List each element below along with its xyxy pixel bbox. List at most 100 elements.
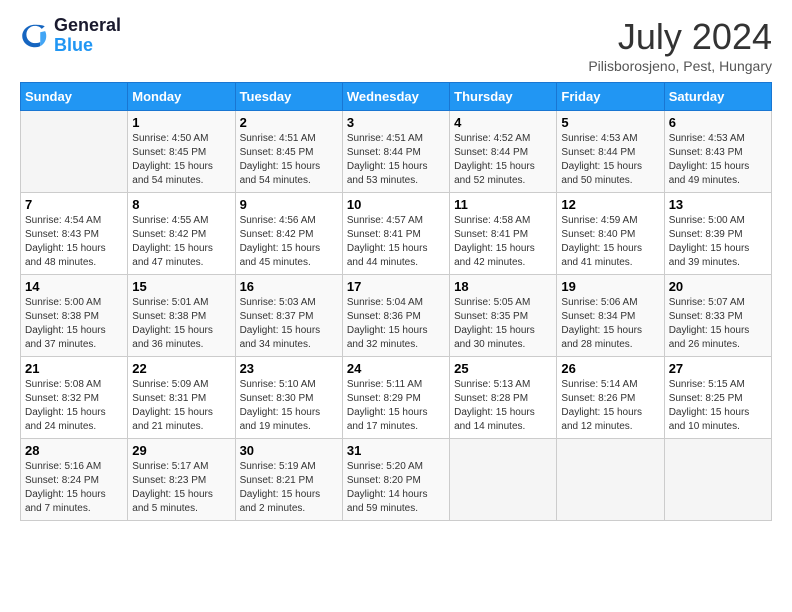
day-info: Sunrise: 5:08 AM Sunset: 8:32 PM Dayligh… <box>25 378 123 434</box>
day-number: 17 <box>347 279 445 294</box>
day-info: Sunrise: 5:11 AM Sunset: 8:29 PM Dayligh… <box>347 378 445 434</box>
day-info: Sunrise: 5:20 AM Sunset: 8:20 PM Dayligh… <box>347 460 445 516</box>
calendar-week-row: 21 Sunrise: 5:08 AM Sunset: 8:32 PM Dayli… <box>21 357 772 439</box>
col-friday: Friday <box>557 83 664 111</box>
calendar-cell: 15 Sunrise: 5:01 AM Sunset: 8:38 PM Dayli… <box>128 275 235 357</box>
calendar-table: Sunday Monday Tuesday Wednesday Thursday… <box>20 82 772 521</box>
day-info: Sunrise: 5:16 AM Sunset: 8:24 PM Dayligh… <box>25 460 123 516</box>
day-info: Sunrise: 5:13 AM Sunset: 8:28 PM Dayligh… <box>454 378 552 434</box>
day-info: Sunrise: 4:50 AM Sunset: 8:45 PM Dayligh… <box>132 132 230 188</box>
day-info: Sunrise: 5:14 AM Sunset: 8:26 PM Dayligh… <box>561 378 659 434</box>
day-info: Sunrise: 4:57 AM Sunset: 8:41 PM Dayligh… <box>347 214 445 270</box>
day-info: Sunrise: 5:01 AM Sunset: 8:38 PM Dayligh… <box>132 296 230 352</box>
day-info: Sunrise: 4:59 AM Sunset: 8:40 PM Dayligh… <box>561 214 659 270</box>
calendar-cell: 11Sunrise: 4:58 AM Sunset: 8:41 PM Dayli… <box>450 193 557 275</box>
day-number: 3 <box>347 115 445 130</box>
calendar-cell: 23 Sunrise: 5:10 AM Sunset: 8:30 PM Dayli… <box>235 357 342 439</box>
calendar-cell: 17 Sunrise: 5:04 AM Sunset: 8:36 PM Dayli… <box>342 275 449 357</box>
calendar-cell: 13 Sunrise: 5:00 AM Sunset: 8:39 PM Dayli… <box>664 193 771 275</box>
day-info: Sunrise: 5:10 AM Sunset: 8:30 PM Dayligh… <box>240 378 338 434</box>
calendar-week-row: 28 Sunrise: 5:16 AM Sunset: 8:24 PM Dayli… <box>21 439 772 521</box>
col-wednesday: Wednesday <box>342 83 449 111</box>
day-info: Sunrise: 4:55 AM Sunset: 8:42 PM Dayligh… <box>132 214 230 270</box>
day-info: Sunrise: 5:04 AM Sunset: 8:36 PM Dayligh… <box>347 296 445 352</box>
day-info: Sunrise: 4:54 AM Sunset: 8:43 PM Dayligh… <box>25 214 123 270</box>
day-number: 10 <box>347 197 445 212</box>
col-saturday: Saturday <box>664 83 771 111</box>
calendar-cell: 6 Sunrise: 4:53 AM Sunset: 8:43 PM Daylig… <box>664 111 771 193</box>
calendar-week-row: 7 Sunrise: 4:54 AM Sunset: 8:43 PM Daylig… <box>21 193 772 275</box>
day-info: Sunrise: 5:00 AM Sunset: 8:39 PM Dayligh… <box>669 214 767 270</box>
calendar-cell <box>664 439 771 521</box>
calendar-cell: 31 Sunrise: 5:20 AM Sunset: 8:20 PM Dayli… <box>342 439 449 521</box>
calendar-cell: 16 Sunrise: 5:03 AM Sunset: 8:37 PM Dayli… <box>235 275 342 357</box>
day-number: 31 <box>347 443 445 458</box>
calendar-cell: 19Sunrise: 5:06 AM Sunset: 8:34 PM Dayli… <box>557 275 664 357</box>
day-number: 16 <box>240 279 338 294</box>
day-number: 1 <box>132 115 230 130</box>
day-info: Sunrise: 4:51 AM Sunset: 8:45 PM Dayligh… <box>240 132 338 188</box>
day-info: Sunrise: 5:00 AM Sunset: 8:38 PM Dayligh… <box>25 296 123 352</box>
day-number: 6 <box>669 115 767 130</box>
calendar-cell: 30 Sunrise: 5:19 AM Sunset: 8:21 PM Dayli… <box>235 439 342 521</box>
calendar-cell: 10 Sunrise: 4:57 AM Sunset: 8:41 PM Dayli… <box>342 193 449 275</box>
calendar-cell <box>557 439 664 521</box>
day-number: 27 <box>669 361 767 376</box>
day-info: Sunrise: 4:53 AM Sunset: 8:43 PM Dayligh… <box>669 132 767 188</box>
title-block: July 2024 Pilisborosjeno, Pest, Hungary <box>588 16 772 74</box>
day-number: 18 <box>454 279 552 294</box>
day-number: 2 <box>240 115 338 130</box>
calendar-week-row: 14Sunrise: 5:00 AM Sunset: 8:38 PM Dayli… <box>21 275 772 357</box>
col-thursday: Thursday <box>450 83 557 111</box>
calendar-cell: 12 Sunrise: 4:59 AM Sunset: 8:40 PM Dayli… <box>557 193 664 275</box>
day-info: Sunrise: 5:06 AM Sunset: 8:34 PM Dayligh… <box>561 296 659 352</box>
calendar-cell: 18 Sunrise: 5:05 AM Sunset: 8:35 PM Dayli… <box>450 275 557 357</box>
day-info: Sunrise: 4:52 AM Sunset: 8:44 PM Dayligh… <box>454 132 552 188</box>
day-number: 23 <box>240 361 338 376</box>
calendar-cell: 22Sunrise: 5:09 AM Sunset: 8:31 PM Dayli… <box>128 357 235 439</box>
day-info: Sunrise: 4:56 AM Sunset: 8:42 PM Dayligh… <box>240 214 338 270</box>
day-number: 30 <box>240 443 338 458</box>
day-number: 8 <box>132 197 230 212</box>
calendar-cell: 14Sunrise: 5:00 AM Sunset: 8:38 PM Dayli… <box>21 275 128 357</box>
day-number: 5 <box>561 115 659 130</box>
day-number: 21 <box>25 361 123 376</box>
calendar-cell: 4 Sunrise: 4:52 AM Sunset: 8:44 PM Daylig… <box>450 111 557 193</box>
day-info: Sunrise: 5:05 AM Sunset: 8:35 PM Dayligh… <box>454 296 552 352</box>
day-number: 9 <box>240 197 338 212</box>
calendar-cell: 29 Sunrise: 5:17 AM Sunset: 8:23 PM Dayli… <box>128 439 235 521</box>
calendar-cell <box>21 111 128 193</box>
day-number: 22 <box>132 361 230 376</box>
calendar-cell: 27Sunrise: 5:15 AM Sunset: 8:25 PM Dayli… <box>664 357 771 439</box>
col-sunday: Sunday <box>21 83 128 111</box>
day-number: 15 <box>132 279 230 294</box>
day-number: 7 <box>25 197 123 212</box>
calendar-cell: 9 Sunrise: 4:56 AM Sunset: 8:42 PM Daylig… <box>235 193 342 275</box>
logo-text: General Blue <box>54 16 121 56</box>
calendar-cell: 24 Sunrise: 5:11 AM Sunset: 8:29 PM Dayli… <box>342 357 449 439</box>
calendar-header-row: Sunday Monday Tuesday Wednesday Thursday… <box>21 83 772 111</box>
col-monday: Monday <box>128 83 235 111</box>
header: General Blue July 2024 Pilisborosjeno, P… <box>20 16 772 74</box>
day-number: 12 <box>561 197 659 212</box>
day-info: Sunrise: 5:19 AM Sunset: 8:21 PM Dayligh… <box>240 460 338 516</box>
calendar-cell: 2 Sunrise: 4:51 AM Sunset: 8:45 PM Daylig… <box>235 111 342 193</box>
day-number: 29 <box>132 443 230 458</box>
day-number: 28 <box>25 443 123 458</box>
col-tuesday: Tuesday <box>235 83 342 111</box>
day-info: Sunrise: 5:07 AM Sunset: 8:33 PM Dayligh… <box>669 296 767 352</box>
day-number: 24 <box>347 361 445 376</box>
day-info: Sunrise: 5:03 AM Sunset: 8:37 PM Dayligh… <box>240 296 338 352</box>
calendar-cell: 1 Sunrise: 4:50 AM Sunset: 8:45 PM Daylig… <box>128 111 235 193</box>
calendar-week-row: 1 Sunrise: 4:50 AM Sunset: 8:45 PM Daylig… <box>21 111 772 193</box>
day-number: 26 <box>561 361 659 376</box>
day-info: Sunrise: 4:51 AM Sunset: 8:44 PM Dayligh… <box>347 132 445 188</box>
day-info: Sunrise: 5:17 AM Sunset: 8:23 PM Dayligh… <box>132 460 230 516</box>
calendar-cell: 5Sunrise: 4:53 AM Sunset: 8:44 PM Daylig… <box>557 111 664 193</box>
day-number: 13 <box>669 197 767 212</box>
day-number: 4 <box>454 115 552 130</box>
calendar-cell: 26 Sunrise: 5:14 AM Sunset: 8:26 PM Dayli… <box>557 357 664 439</box>
month-title: July 2024 <box>588 16 772 58</box>
calendar-cell <box>450 439 557 521</box>
day-number: 25 <box>454 361 552 376</box>
